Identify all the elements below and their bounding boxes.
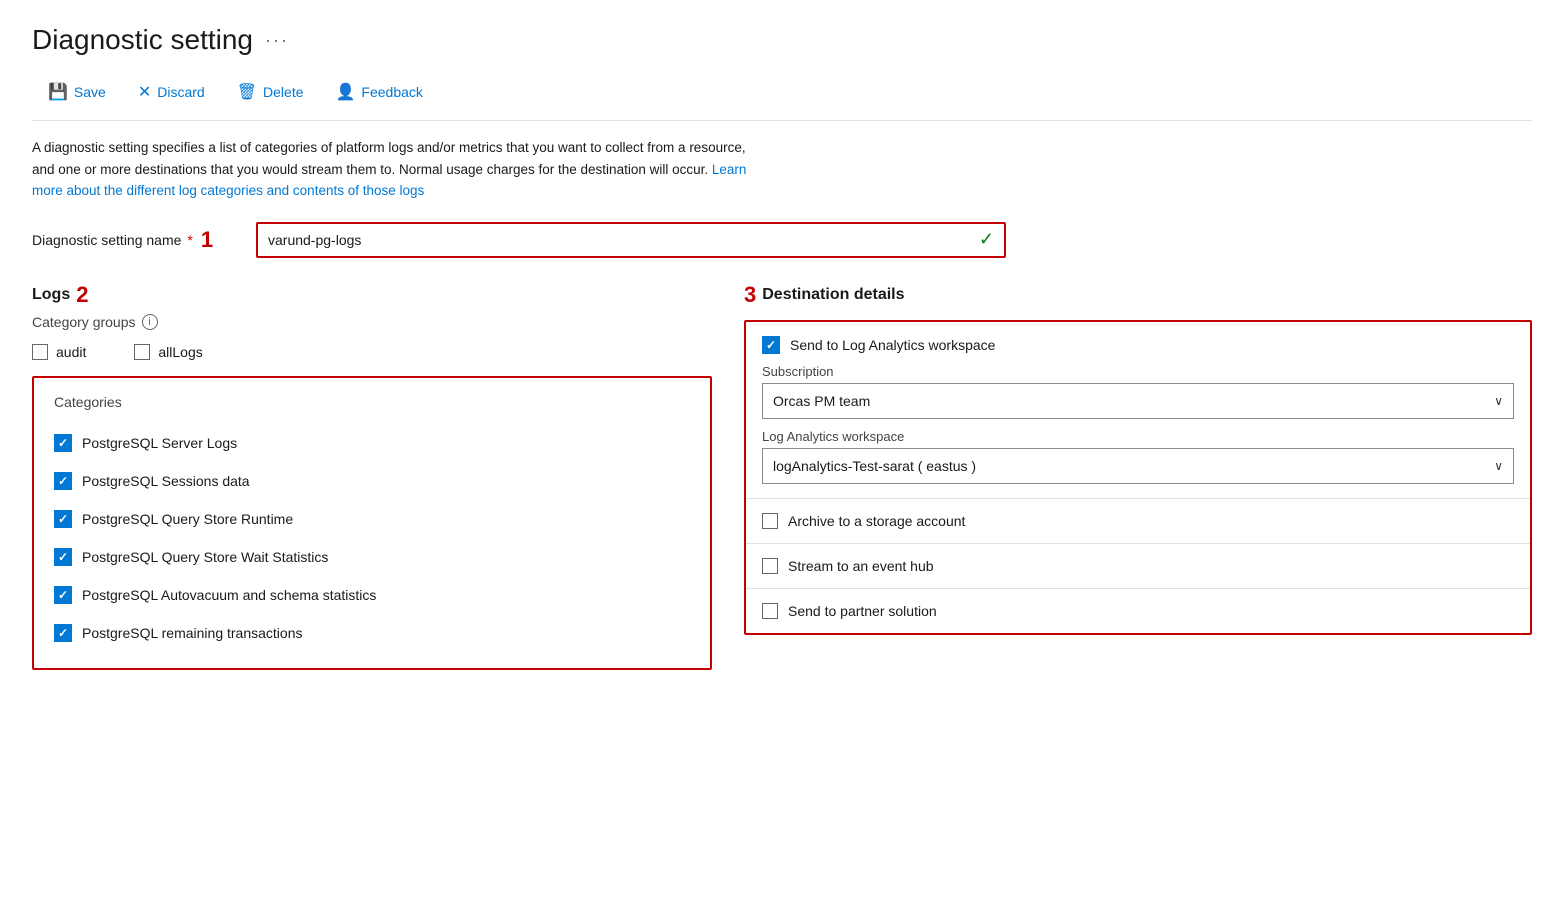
list-item: PostgreSQL remaining transactions xyxy=(54,614,690,652)
category-groups-row: Category groups i xyxy=(32,314,712,330)
postgresql-server-logs-label: PostgreSQL Server Logs xyxy=(82,435,237,451)
workspace-select[interactable]: logAnalytics-Test-sarat ( eastus ) ∨ xyxy=(762,448,1514,484)
audit-label: audit xyxy=(56,344,86,360)
alllogs-label: allLogs xyxy=(158,344,202,360)
valid-checkmark: ✓ xyxy=(979,229,994,250)
subscription-chevron-icon: ∨ xyxy=(1494,394,1503,408)
postgresql-querystore-runtime-label: PostgreSQL Query Store Runtime xyxy=(82,511,293,527)
subscription-label: Subscription xyxy=(762,364,1514,379)
delete-icon: 🗑 xyxy=(237,82,257,102)
step1-indicator: 1 xyxy=(201,227,213,253)
name-input[interactable]: varund-pg-logs ✓ xyxy=(256,222,1006,258)
name-label-text: Diagnostic setting name xyxy=(32,232,181,248)
list-item: PostgreSQL Query Store Wait Statistics xyxy=(54,538,690,576)
postgresql-remaining-label: PostgreSQL remaining transactions xyxy=(82,625,302,641)
postgresql-remaining-checkbox[interactable] xyxy=(54,624,72,642)
description: A diagnostic setting specifies a list of… xyxy=(32,137,752,202)
list-item: PostgreSQL Query Store Runtime xyxy=(54,500,690,538)
subscription-value: Orcas PM team xyxy=(773,393,870,409)
ellipsis-icon: ··· xyxy=(265,30,289,51)
save-button[interactable]: 💾 Save xyxy=(32,76,122,108)
discard-icon: ✕ xyxy=(138,82,151,102)
list-item: PostgreSQL Autovacuum and schema statist… xyxy=(54,576,690,614)
partner-solution-checkbox[interactable] xyxy=(762,603,778,619)
name-label: Diagnostic setting name * 1 xyxy=(32,227,232,253)
event-hub-row: Stream to an event hub xyxy=(746,544,1530,589)
discard-button[interactable]: ✕ Discard xyxy=(122,76,221,108)
info-icon[interactable]: i xyxy=(142,314,158,330)
subscription-select[interactable]: Orcas PM team ∨ xyxy=(762,383,1514,419)
workspace-value: logAnalytics-Test-sarat ( eastus ) xyxy=(773,458,976,474)
logs-title-text: Logs xyxy=(32,286,70,304)
workspace-chevron-icon: ∨ xyxy=(1494,459,1503,473)
log-analytics-row: Send to Log Analytics workspace xyxy=(746,322,1530,354)
log-analytics-checkbox[interactable] xyxy=(762,336,780,354)
archive-storage-row: Archive to a storage account xyxy=(746,499,1530,544)
feedback-icon: 👤 xyxy=(336,82,356,102)
audit-checkbox[interactable] xyxy=(32,344,48,360)
save-icon: 💾 xyxy=(48,82,68,102)
categories-title: Categories xyxy=(54,394,690,410)
audit-checkbox-item[interactable]: audit xyxy=(32,344,86,360)
event-hub-label: Stream to an event hub xyxy=(788,558,934,574)
postgresql-sessions-label: PostgreSQL Sessions data xyxy=(82,473,250,489)
feedback-label: Feedback xyxy=(361,84,422,100)
list-item: PostgreSQL Server Logs xyxy=(54,424,690,462)
alllogs-checkbox[interactable] xyxy=(134,344,150,360)
postgresql-querystore-wait-label: PostgreSQL Query Store Wait Statistics xyxy=(82,549,328,565)
postgresql-sessions-checkbox[interactable] xyxy=(54,472,72,490)
destination-section-title: 3 Destination details xyxy=(744,282,1532,308)
groups-checkboxes: audit allLogs xyxy=(32,344,712,360)
log-analytics-sub: Subscription Orcas PM team ∨ Log Analyti… xyxy=(746,364,1530,499)
step3-indicator: 3 xyxy=(744,282,756,308)
partner-solution-label: Send to partner solution xyxy=(788,603,937,619)
diagnostic-name-row: Diagnostic setting name * 1 varund-pg-lo… xyxy=(32,222,1532,258)
delete-label: Delete xyxy=(263,84,303,100)
required-indicator: * xyxy=(187,232,192,248)
log-analytics-label: Send to Log Analytics workspace xyxy=(790,337,995,353)
categories-title-text: Categories xyxy=(54,394,122,410)
logs-panel: Logs 2 Category groups i audit allLogs C… xyxy=(32,282,712,670)
discard-label: Discard xyxy=(157,84,204,100)
event-hub-checkbox[interactable] xyxy=(762,558,778,574)
main-content: Logs 2 Category groups i audit allLogs C… xyxy=(32,282,1532,670)
destination-box: Send to Log Analytics workspace Subscrip… xyxy=(744,320,1532,635)
subscription-label-text: Subscription xyxy=(762,364,834,379)
postgresql-autovacuum-label: PostgreSQL Autovacuum and schema statist… xyxy=(82,587,376,603)
postgresql-querystore-runtime-checkbox[interactable] xyxy=(54,510,72,528)
destination-panel: 3 Destination details Send to Log Analyt… xyxy=(744,282,1532,635)
archive-storage-checkbox[interactable] xyxy=(762,513,778,529)
categories-box: Categories PostgreSQL Server Logs Postgr… xyxy=(32,376,712,670)
alllogs-checkbox-item[interactable]: allLogs xyxy=(134,344,202,360)
save-label: Save xyxy=(74,84,106,100)
title-text: Diagnostic setting xyxy=(32,24,253,56)
partner-solution-row: Send to partner solution xyxy=(746,589,1530,633)
log-analytics-section: Send to Log Analytics workspace Subscrip… xyxy=(746,322,1530,499)
logs-section-title: Logs 2 xyxy=(32,282,712,308)
workspace-label: Log Analytics workspace xyxy=(762,429,1514,444)
delete-button[interactable]: 🗑 Delete xyxy=(221,76,320,108)
description-text: A diagnostic setting specifies a list of… xyxy=(32,140,746,177)
destination-title-text: Destination details xyxy=(762,286,904,304)
step2-indicator: 2 xyxy=(76,282,88,308)
page-title: Diagnostic setting ··· xyxy=(32,24,1532,56)
postgresql-querystore-wait-checkbox[interactable] xyxy=(54,548,72,566)
category-groups-label: Category groups xyxy=(32,314,136,330)
workspace-label-text: Log Analytics workspace xyxy=(762,429,904,444)
archive-storage-label: Archive to a storage account xyxy=(788,513,965,529)
postgresql-server-logs-checkbox[interactable] xyxy=(54,434,72,452)
name-value: varund-pg-logs xyxy=(268,232,361,248)
toolbar: 💾 Save ✕ Discard 🗑 Delete 👤 Feedback xyxy=(32,76,1532,121)
postgresql-autovacuum-checkbox[interactable] xyxy=(54,586,72,604)
feedback-button[interactable]: 👤 Feedback xyxy=(320,76,439,108)
list-item: PostgreSQL Sessions data xyxy=(54,462,690,500)
